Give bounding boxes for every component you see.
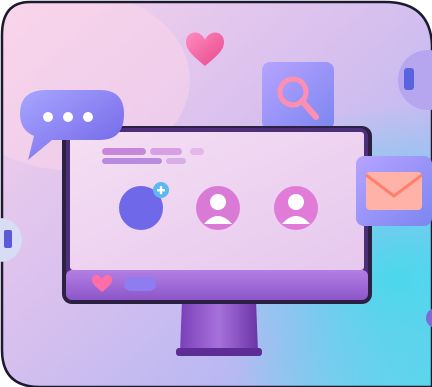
illustration-canvas: [0, 0, 432, 387]
envelope-icon: [356, 156, 432, 226]
search-icon: [262, 62, 334, 130]
footer-comment-icon[interactable]: [124, 277, 156, 291]
monitor-stand: [176, 300, 262, 356]
avatar-user-1[interactable]: [196, 186, 240, 230]
monitor-chin: [66, 270, 368, 300]
avatar-user-2[interactable]: [274, 186, 318, 230]
